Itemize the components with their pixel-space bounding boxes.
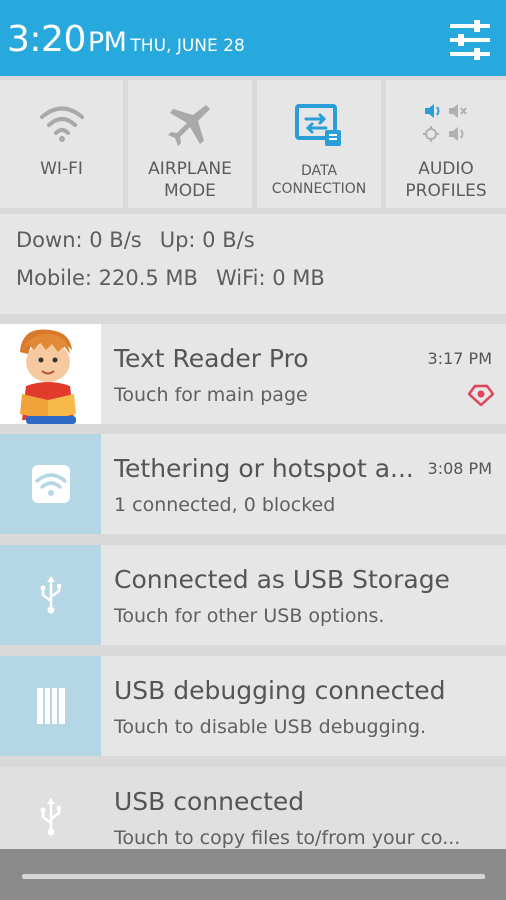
sliders-icon (450, 20, 490, 60)
app-badge-icon (468, 384, 494, 406)
toggle-audio-profiles[interactable]: AUDIO PROFILES (386, 80, 506, 208)
toggle-airplane[interactable]: AIRPLANE MODE (128, 80, 252, 208)
notification-icon-box (0, 656, 101, 756)
mobile-usage: Mobile: 220.5 MB (16, 266, 198, 290)
notification-tethering[interactable]: Tethering or hotspot a... 1 connected, 0… (0, 434, 506, 534)
download-speed: Down: 0 B/s (16, 228, 142, 252)
notification-title: USB debugging connected (114, 676, 446, 705)
notification-subtitle: Touch to copy files to/from your co... (114, 827, 461, 849)
wifi-usage: WiFi: 0 MB (215, 266, 325, 290)
wifi-icon (39, 106, 84, 142)
hotspot-icon (31, 465, 70, 503)
notification-time: 3:17 PM (427, 349, 492, 368)
notification-icon-box (0, 434, 101, 534)
clock: 3:20PM THU, JUNE 28 (7, 18, 245, 68)
quick-toggles: WI-FI AIRPLANE MODE DATA CONNECTION AUDI… (0, 80, 506, 210)
upload-speed: Up: 0 B/s (159, 228, 255, 252)
usb-icon (40, 798, 61, 836)
debug-icon (36, 688, 65, 724)
notification-subtitle: Touch to disable USB debugging. (114, 716, 427, 738)
text-reader-app-icon (0, 324, 101, 424)
notification-time: 3:08 PM (427, 459, 492, 478)
network-stats-panel: Down: 0 B/s Up: 0 B/s Mobile: 220.5 MB WiF… (0, 214, 506, 314)
settings-sliders-button[interactable] (448, 20, 492, 60)
airplane-icon (168, 105, 210, 146)
toggle-airplane-label: AIRPLANE MODE (148, 159, 232, 201)
notification-usb-debugging[interactable]: USB debugging connected Touch to disable… (0, 656, 506, 756)
toggle-data-connection-label: DATA CONNECTION (271, 163, 367, 197)
clock-ampm: PM (87, 27, 127, 58)
notification-subtitle: Touch for other USB options. (114, 605, 385, 627)
notification-title: Connected as USB Storage (114, 565, 450, 594)
data-connection-icon (295, 104, 341, 146)
notification-subtitle: Touch for main page (114, 384, 308, 406)
notification-title: Tethering or hotspot a... (114, 454, 414, 483)
notification-subtitle: 1 connected, 0 blocked (114, 494, 336, 516)
notification-title: Text Reader Pro (114, 344, 309, 373)
clock-date: THU, JUNE 28 (130, 36, 245, 56)
toggle-wifi[interactable]: WI-FI (0, 80, 123, 208)
notification-usb-connected[interactable]: USB connected Touch to copy files to/fro… (0, 767, 506, 849)
notification-icon-box (0, 767, 101, 849)
toggle-audio-profiles-label: AUDIO PROFILES (405, 159, 487, 201)
toggle-wifi-label: WI-FI (40, 159, 83, 179)
notification-icon-box (0, 545, 101, 645)
notification-usb-storage[interactable]: Connected as USB Storage Touch for other… (0, 545, 506, 645)
clock-time: 3:20 (7, 19, 86, 60)
notification-title: USB connected (114, 787, 305, 816)
shade-drag-handle[interactable] (22, 874, 485, 879)
status-header: 3:20PM THU, JUNE 28 (0, 0, 506, 76)
notification-text-reader[interactable]: Text Reader Pro Touch for main page 3:17… (0, 324, 506, 424)
audio-profiles-icon (423, 104, 467, 142)
toggle-data-connection[interactable]: DATA CONNECTION (257, 80, 381, 208)
usb-icon (40, 576, 61, 614)
